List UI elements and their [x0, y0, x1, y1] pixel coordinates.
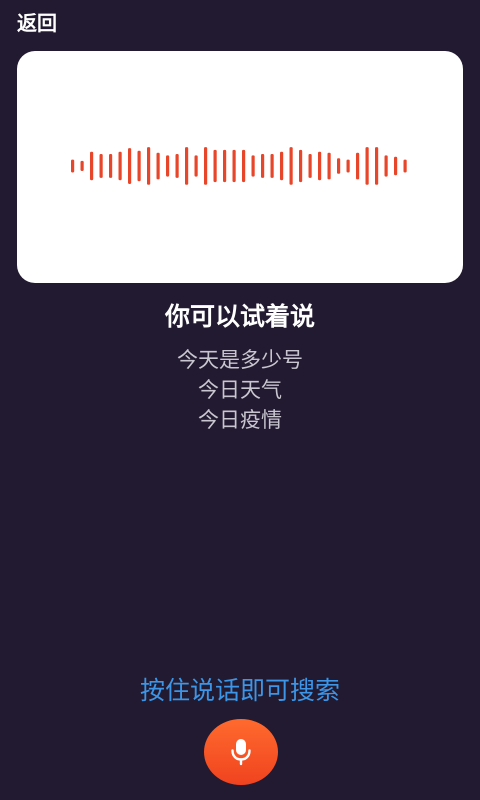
waveform-bar — [128, 148, 132, 184]
waveform-bar — [90, 151, 94, 181]
waveform-bar — [289, 147, 293, 185]
waveform-bar — [403, 159, 407, 173]
waveform-bar — [118, 151, 122, 181]
microphone-icon — [231, 739, 251, 766]
suggestions-list: 今天是多少号 今日天气 今日疫情 — [0, 345, 480, 435]
suggestion-item[interactable]: 今天是多少号 — [0, 345, 480, 375]
waveform-bar — [270, 154, 274, 178]
waveform-bar — [308, 154, 312, 178]
waveform-bar — [251, 155, 255, 177]
waveform-bar — [318, 151, 322, 181]
suggestion-item[interactable]: 今日天气 — [0, 375, 480, 405]
waveform-bar — [394, 156, 398, 176]
waveform-bar — [384, 155, 388, 177]
waveform-bar — [185, 147, 189, 185]
waveform-bar — [204, 147, 208, 185]
waveform-bar — [99, 154, 103, 178]
waveform-bar — [365, 147, 369, 185]
waveform-bar — [327, 152, 331, 180]
waveform-bar — [337, 158, 341, 174]
waveform-bar — [166, 155, 170, 177]
waveform-bar — [375, 147, 379, 185]
waveform-card — [17, 51, 463, 283]
waveform-bar — [356, 152, 360, 180]
audio-waveform — [71, 147, 407, 185]
waveform-bar — [232, 149, 236, 183]
waveform-bar — [242, 149, 246, 183]
waveform-bar — [137, 150, 141, 182]
microphone-button[interactable] — [204, 719, 278, 785]
waveform-bar — [71, 159, 75, 173]
waveform-bar — [261, 154, 265, 178]
waveform-bar — [194, 155, 198, 177]
back-button[interactable]: 返回 — [17, 9, 57, 37]
hold-to-talk-hint: 按住说话即可搜索 — [139, 676, 340, 705]
waveform-bar — [80, 160, 84, 171]
suggestion-item[interactable]: 今日疫情 — [0, 405, 480, 435]
suggestions-title: 你可以试着说 — [164, 302, 315, 331]
waveform-bar — [175, 154, 179, 178]
waveform-bar — [346, 159, 350, 173]
waveform-bar — [147, 147, 151, 185]
waveform-bar — [156, 152, 160, 180]
waveform-bar — [213, 149, 217, 183]
waveform-bar — [299, 149, 303, 183]
waveform-bar — [109, 154, 113, 178]
waveform-bar — [223, 149, 227, 183]
waveform-bar — [280, 151, 284, 181]
voice-search-screen: 返回 你可以试着说 今天是多少号 今日天气 今日疫情 按住说话即可搜索 — [0, 0, 480, 800]
